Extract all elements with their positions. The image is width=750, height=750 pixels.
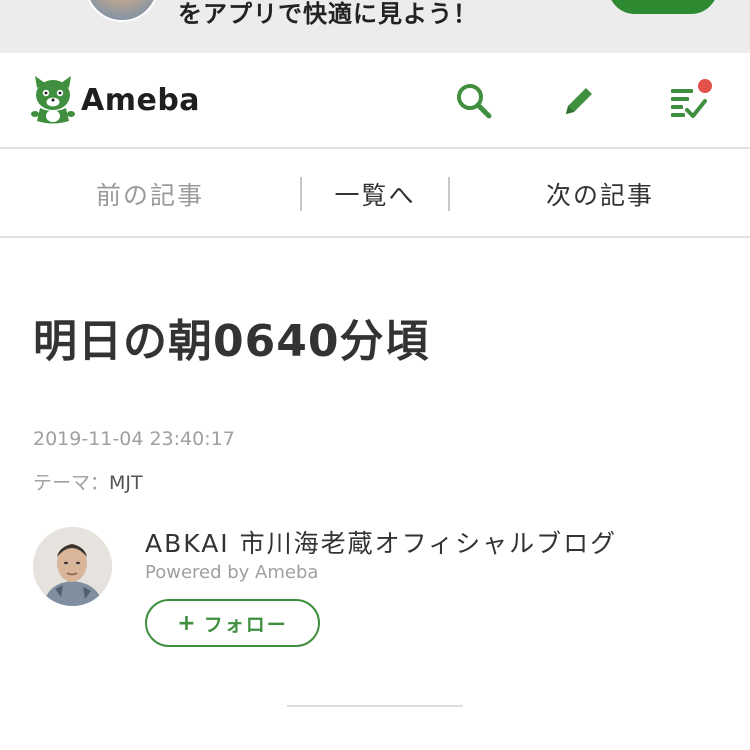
- logo-text: Ameba: [81, 82, 201, 118]
- app-banner[interactable]: をアプリで快適に見よう！: [0, 0, 750, 53]
- prev-article-link[interactable]: 前の記事: [0, 150, 300, 238]
- blog-name[interactable]: ABKAI 市川海老蔵オフィシャルブログ: [145, 524, 617, 560]
- theme-label: テーマ：: [33, 472, 110, 494]
- article-nav: 前の記事 一覧へ 次の記事: [0, 150, 750, 238]
- powered-by: Powered by Ameba: [145, 562, 319, 583]
- follow-label: フォロー: [203, 613, 288, 636]
- site-header: Ameba: [0, 53, 750, 149]
- ameba-logo-icon: [31, 76, 75, 124]
- theme-link[interactable]: MJT: [109, 472, 143, 494]
- author-photo: [33, 527, 112, 606]
- banner-avatar: [85, 0, 159, 22]
- follow-button[interactable]: + フォロー: [145, 599, 320, 647]
- pencil-icon: [566, 88, 592, 114]
- plus-icon: +: [177, 610, 198, 636]
- next-article-link[interactable]: 次の記事: [450, 150, 750, 238]
- content-divider: [287, 705, 463, 707]
- article-list-link[interactable]: 一覧へ: [302, 150, 448, 238]
- search-icon: [457, 84, 492, 119]
- write-button[interactable]: [559, 81, 599, 121]
- ameba-logo[interactable]: Ameba: [31, 73, 200, 127]
- search-button[interactable]: [454, 81, 494, 121]
- article-date: 2019-11-04 23:40:17: [33, 428, 235, 450]
- article-theme: テーマ：MJT: [33, 468, 143, 495]
- author-avatar[interactable]: [33, 527, 112, 606]
- notification-dot: [698, 79, 712, 93]
- open-app-button[interactable]: [608, 0, 718, 14]
- article-title: 明日の朝0640分頃: [33, 316, 430, 367]
- banner-text: をアプリで快適に見よう！: [178, 0, 478, 28]
